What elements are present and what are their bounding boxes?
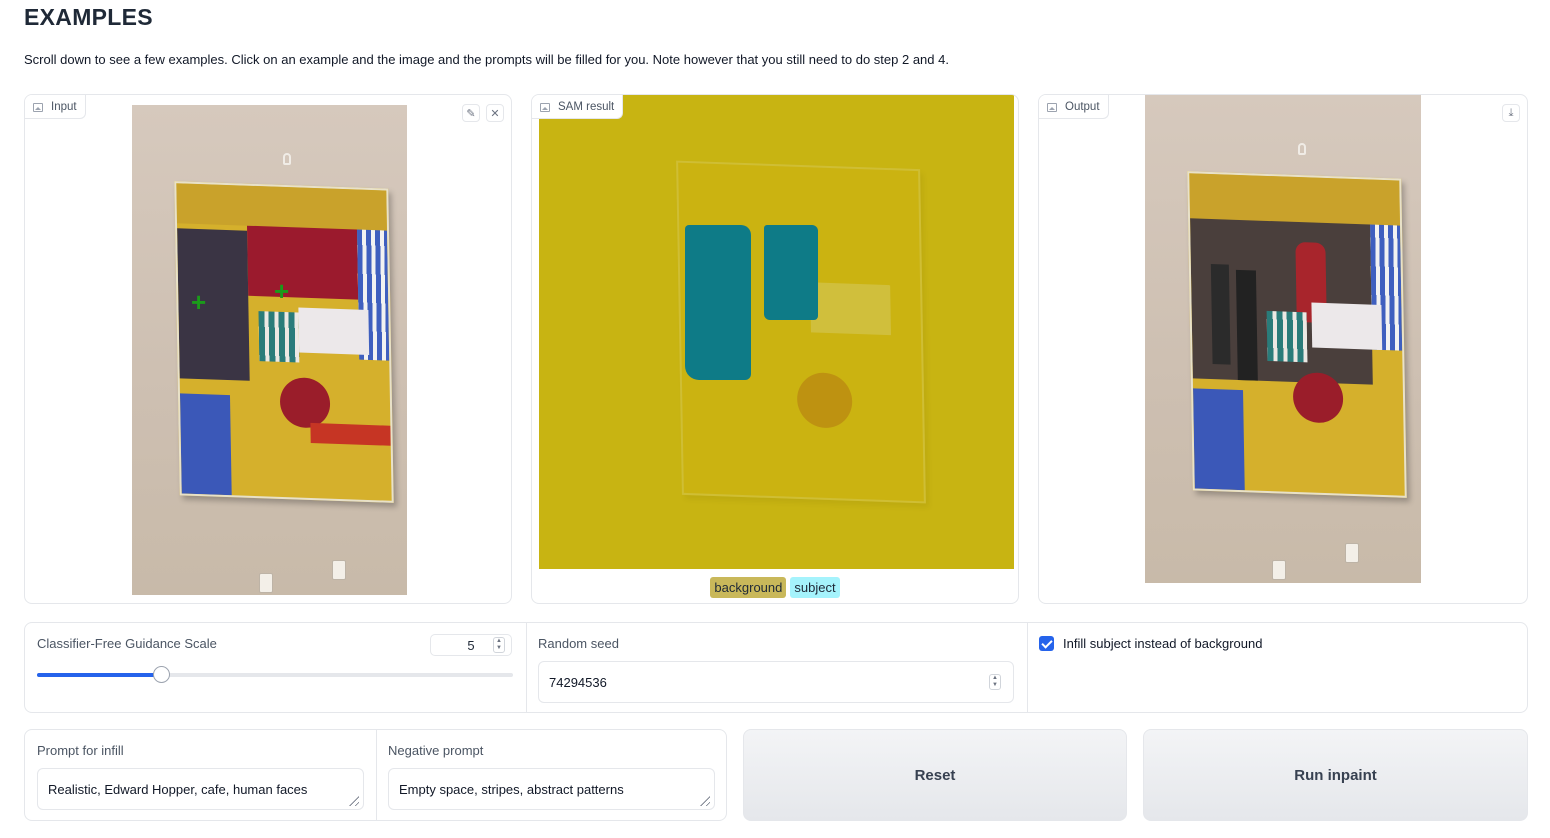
guidance-number-input[interactable]: 5 ▲ ▼ bbox=[430, 634, 512, 656]
negative-prompt-value: Empty space, stripes, abstract patterns bbox=[399, 781, 624, 797]
page-description: Scroll down to see a few examples. Click… bbox=[24, 52, 949, 67]
legend-subject: subject bbox=[790, 577, 840, 598]
guidance-slider-thumb[interactable] bbox=[152, 666, 170, 683]
negative-prompt-textarea[interactable]: Empty space, stripes, abstract patterns bbox=[388, 768, 715, 810]
seed-input[interactable]: 74294536 ▲ ▼ bbox=[538, 661, 1014, 703]
resize-handle-icon[interactable] bbox=[349, 796, 359, 806]
page-title: EXAMPLES bbox=[24, 4, 153, 30]
legend-background: background bbox=[710, 577, 787, 598]
pencil-icon[interactable]: ✎ bbox=[462, 104, 480, 122]
seed-value: 74294536 bbox=[549, 674, 607, 690]
sam-result-panel: SAM result background subject bbox=[531, 94, 1019, 604]
negative-prompt-label: Negative prompt bbox=[388, 743, 484, 758]
negative-prompt-block: Negative prompt Empty space, stripes, ab… bbox=[376, 730, 727, 820]
reset-button[interactable]: Reset bbox=[743, 729, 1127, 821]
infill-prompt-block: Prompt for infill Realistic, Edward Hopp… bbox=[25, 730, 377, 820]
sam-mask-image bbox=[539, 95, 1014, 569]
sam-label-text: SAM result bbox=[558, 101, 615, 113]
guidance-slider[interactable] bbox=[37, 666, 513, 683]
input-label-text: Input bbox=[51, 101, 77, 113]
sam-label: SAM result bbox=[532, 95, 624, 119]
download-icon[interactable]: ⤓ bbox=[1502, 104, 1520, 122]
guidance-block: Classifier-Free Guidance Scale 5 ▲ ▼ bbox=[25, 623, 527, 712]
infill-block: Infill subject instead of background bbox=[1027, 623, 1527, 712]
seed-stepper-icon[interactable]: ▲ ▼ bbox=[989, 674, 1001, 690]
input-image-panel[interactable]: Input ✎ ✕ + + bbox=[24, 94, 512, 604]
input-image[interactable]: + + bbox=[132, 105, 407, 595]
seed-label: Random seed bbox=[538, 636, 619, 651]
guidance-label: Classifier-Free Guidance Scale bbox=[37, 636, 217, 651]
image-icon bbox=[540, 102, 550, 112]
subject-mask-left bbox=[685, 225, 751, 380]
guidance-slider-fill bbox=[37, 673, 161, 677]
output-label: Output bbox=[1039, 95, 1109, 119]
prompts-row: Prompt for infill Realistic, Edward Hopp… bbox=[24, 729, 727, 821]
seed-block: Random seed 74294536 ▲ ▼ bbox=[526, 623, 1028, 712]
run-inpaint-button[interactable]: Run inpaint bbox=[1143, 729, 1528, 821]
output-label-text: Output bbox=[1065, 101, 1100, 113]
subject-mask-right bbox=[764, 225, 818, 320]
resize-handle-icon[interactable] bbox=[700, 796, 710, 806]
guidance-value: 5 bbox=[467, 637, 475, 653]
infill-prompt-label: Prompt for infill bbox=[37, 743, 124, 758]
close-icon[interactable]: ✕ bbox=[486, 104, 504, 122]
output-image bbox=[1145, 95, 1421, 583]
image-icon bbox=[1047, 102, 1057, 112]
guidance-stepper-icon[interactable]: ▲ ▼ bbox=[493, 637, 505, 653]
infill-prompt-textarea[interactable]: Realistic, Edward Hopper, cafe, human fa… bbox=[37, 768, 364, 810]
sam-legend: background subject bbox=[532, 577, 1018, 598]
controls-row: Classifier-Free Guidance Scale 5 ▲ ▼ Rand… bbox=[24, 622, 1528, 713]
output-image-panel: Output ⤓ bbox=[1038, 94, 1528, 604]
infill-subject-checkbox[interactable] bbox=[1039, 636, 1054, 651]
infill-subject-label[interactable]: Infill subject instead of background bbox=[1063, 636, 1262, 651]
image-icon bbox=[33, 102, 43, 112]
input-label: Input bbox=[25, 95, 86, 119]
infill-prompt-value: Realistic, Edward Hopper, cafe, human fa… bbox=[48, 781, 308, 797]
